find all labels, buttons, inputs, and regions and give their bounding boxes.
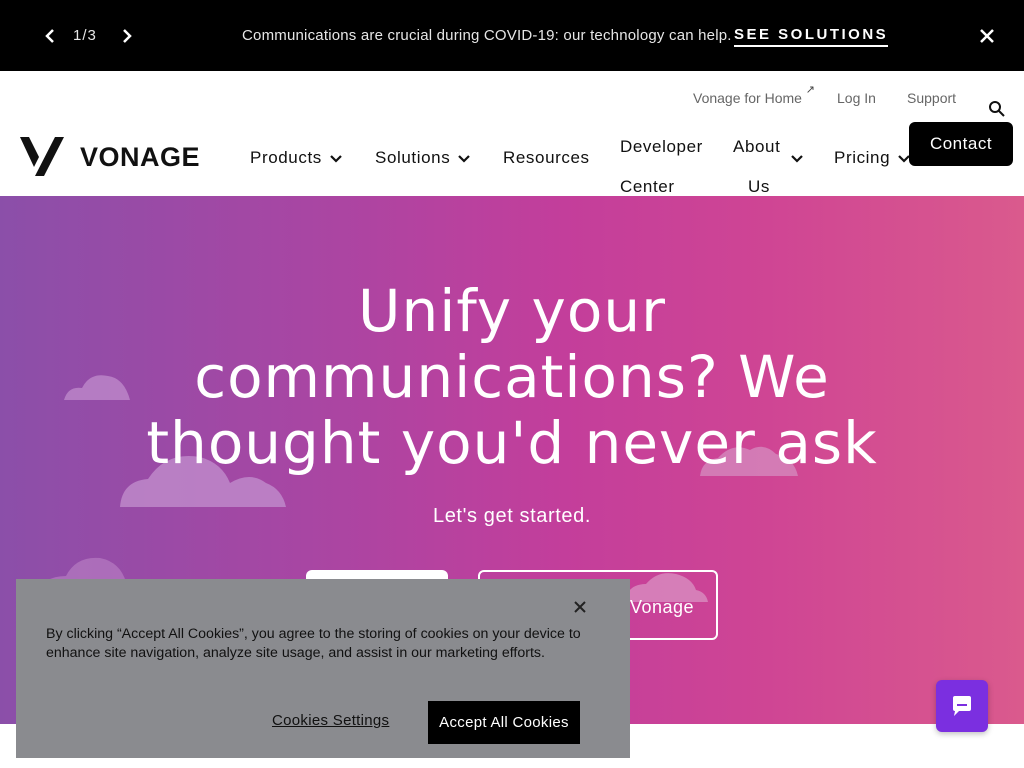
cookie-banner: By clicking “Accept All Cookies”, you ag… — [16, 579, 630, 758]
nav-pricing[interactable]: Pricing — [834, 148, 910, 168]
external-link-icon: ↗ — [805, 84, 815, 96]
chevron-down-icon — [791, 155, 803, 163]
search-icon[interactable] — [988, 100, 1006, 118]
slide-counter: 1/3 — [73, 27, 97, 44]
nav-products-label: Products — [250, 148, 322, 167]
nav-resources[interactable]: Resources — [503, 148, 590, 168]
vonage-logo[interactable]: VONAGE — [20, 137, 200, 177]
chat-icon — [953, 696, 971, 716]
hero-title: Unify your communications? We thought yo… — [146, 277, 878, 477]
nav-developer-line1: Developer — [620, 137, 703, 156]
vonage-for-home-label: Vonage for Home — [693, 90, 802, 106]
support-link[interactable]: Support — [907, 90, 956, 106]
promo-message: Communications are crucial during COVID-… — [242, 27, 732, 44]
vonage-for-home-link[interactable]: Vonage for Home ↗ — [693, 84, 815, 106]
vonage-mark-icon — [20, 137, 64, 176]
cookies-settings-link[interactable]: Cookies Settings — [272, 712, 389, 729]
nav-about-us[interactable]: About Us — [733, 127, 803, 207]
chevron-left-icon[interactable] — [40, 26, 60, 46]
hero-secondary-label: Vonage — [630, 597, 695, 617]
nav-products[interactable]: Products — [250, 148, 342, 168]
login-link[interactable]: Log In — [837, 90, 876, 106]
chevron-right-icon[interactable] — [117, 26, 137, 46]
site-header: VONAGE Vonage for Home ↗ Log In Support … — [0, 71, 1024, 196]
nav-solutions-label: Solutions — [375, 148, 451, 167]
see-solutions-link[interactable]: SEE SOLUTIONS — [734, 26, 889, 47]
nav-about-line1: About — [733, 137, 781, 156]
close-icon[interactable] — [976, 25, 998, 47]
brand-name: VONAGE — [80, 142, 201, 172]
promo-banner: 1/3 Communications are crucial during CO… — [0, 0, 1024, 71]
nav-pricing-label: Pricing — [834, 148, 891, 167]
accept-all-cookies-button[interactable]: Accept All Cookies — [428, 701, 580, 744]
cookie-text: By clicking “Accept All Cookies”, you ag… — [46, 626, 581, 661]
chat-button[interactable] — [936, 680, 988, 732]
nav-developer-center[interactable]: Developer Center — [620, 127, 703, 207]
chevron-down-icon — [458, 154, 471, 163]
chevron-down-icon — [330, 154, 342, 163]
contact-button[interactable]: Contact — [909, 122, 1013, 166]
close-icon[interactable] — [572, 599, 588, 615]
hero-subtitle: Let's get started. — [432, 505, 592, 527]
nav-solutions[interactable]: Solutions — [375, 148, 471, 168]
